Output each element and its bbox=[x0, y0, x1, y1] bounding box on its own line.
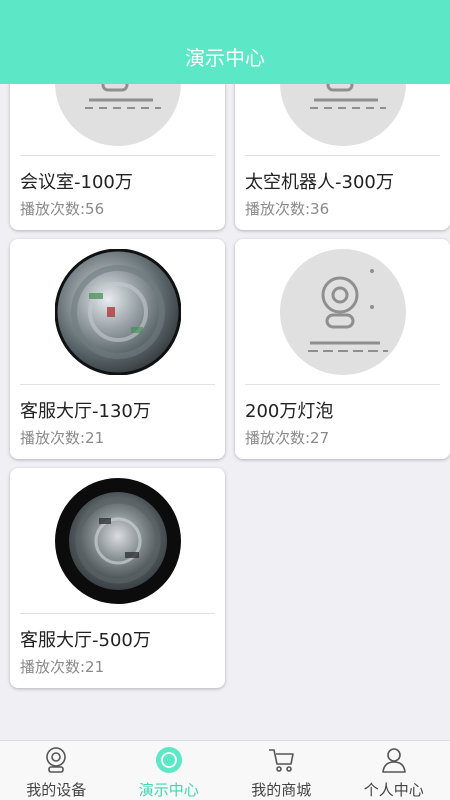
tab-label: 我的商城 bbox=[251, 781, 312, 799]
camera-thumbnail bbox=[280, 249, 406, 375]
fisheye-detail bbox=[55, 249, 181, 375]
camera-icon bbox=[308, 269, 388, 352]
cart-icon bbox=[266, 745, 296, 775]
device-name: 会议室-100万 bbox=[20, 172, 133, 193]
fisheye-detail bbox=[75, 498, 161, 584]
fisheye-snapshot bbox=[55, 478, 181, 604]
device-name: 客服大厅-130万 bbox=[20, 401, 151, 422]
play-count: 播放次数:36 bbox=[245, 200, 330, 218]
bottom-tab-bar: 我的设备 演示中心 我的商城 个人中心 bbox=[0, 740, 450, 800]
play-count: 播放次数:21 bbox=[20, 658, 105, 676]
device-icon bbox=[41, 745, 71, 775]
tab-my-mall[interactable]: 我的商城 bbox=[225, 741, 338, 800]
device-card[interactable]: 客服大厅-500万 播放次数:21 bbox=[10, 468, 225, 688]
device-name: 200万灯泡 bbox=[245, 401, 334, 422]
device-card[interactable]: 客服大厅-130万 播放次数:21 bbox=[10, 239, 225, 459]
device-grid: 会议室-100万 播放次数:56 太空机器人-300万 播放次数:36 客服大厅… bbox=[0, 0, 450, 740]
person-icon bbox=[379, 745, 409, 775]
play-count: 播放次数:21 bbox=[20, 429, 105, 447]
device-name: 客服大厅-500万 bbox=[20, 630, 151, 651]
device-card[interactable]: 200万灯泡 播放次数:27 bbox=[235, 239, 450, 459]
tab-label: 演示中心 bbox=[138, 781, 199, 799]
header-bar: 演示中心 bbox=[0, 0, 450, 84]
tab-personal-center[interactable]: 个人中心 bbox=[338, 741, 450, 800]
page-title: 演示中心 bbox=[185, 46, 265, 70]
tab-my-devices[interactable]: 我的设备 bbox=[0, 741, 113, 800]
tab-label: 个人中心 bbox=[363, 781, 424, 799]
fisheye-snapshot bbox=[55, 249, 181, 375]
demo-center-icon bbox=[154, 745, 184, 775]
device-name: 太空机器人-300万 bbox=[245, 172, 394, 193]
tab-demo-center[interactable]: 演示中心 bbox=[113, 741, 226, 800]
play-count: 播放次数:56 bbox=[20, 200, 105, 218]
tab-label: 我的设备 bbox=[26, 781, 87, 799]
play-count: 播放次数:27 bbox=[245, 429, 330, 447]
